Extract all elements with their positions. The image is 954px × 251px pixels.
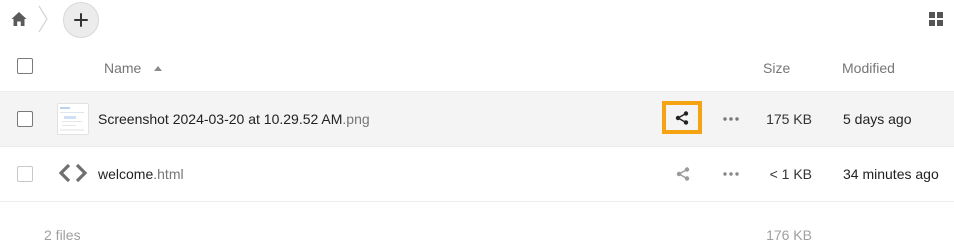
file-extension: .html bbox=[153, 166, 184, 182]
file-extension: .png bbox=[342, 111, 370, 127]
file-modified: 5 days ago bbox=[843, 111, 912, 127]
table-row[interactable]: Screenshot 2024-03-20 at 10.29.52 AM.png… bbox=[0, 92, 954, 147]
file-modified: 34 minutes ago bbox=[843, 166, 939, 182]
file-name[interactable]: welcome.html bbox=[98, 166, 184, 182]
column-header-modified[interactable]: Modified bbox=[842, 60, 895, 76]
file-summary: 2 files 176 KB bbox=[0, 216, 954, 251]
sort-ascending-icon bbox=[154, 66, 162, 71]
share-icon[interactable] bbox=[674, 110, 690, 126]
more-options-icon[interactable] bbox=[722, 171, 740, 177]
screenshot-preview-icon bbox=[60, 107, 84, 131]
file-basename: welcome bbox=[98, 166, 154, 182]
table-header: Name Size Modified bbox=[0, 44, 954, 92]
image-thumbnail[interactable] bbox=[57, 103, 89, 135]
share-icon[interactable] bbox=[675, 166, 691, 182]
home-icon[interactable] bbox=[10, 10, 28, 28]
chevron-right-icon bbox=[38, 5, 48, 33]
column-header-name[interactable]: Name bbox=[104, 60, 141, 76]
file-count: 2 files bbox=[44, 227, 81, 243]
plus-icon bbox=[74, 13, 88, 27]
column-header-size[interactable]: Size bbox=[763, 60, 790, 76]
file-size: < 1 KB bbox=[769, 166, 812, 182]
table-row[interactable]: welcome.html < 1 KB 34 minutes ago bbox=[0, 147, 954, 202]
top-bar bbox=[0, 0, 954, 40]
file-basename: Screenshot 2024-03-20 at 10.29.52 AM bbox=[98, 111, 343, 127]
file-size: 175 KB bbox=[766, 111, 812, 127]
file-name[interactable]: Screenshot 2024-03-20 at 10.29.52 AM.png bbox=[98, 111, 370, 127]
select-all-checkbox[interactable] bbox=[17, 58, 33, 74]
row-checkbox[interactable] bbox=[17, 166, 33, 182]
row-checkbox[interactable] bbox=[17, 111, 33, 127]
add-button[interactable] bbox=[63, 2, 99, 38]
grid-view-icon[interactable] bbox=[928, 11, 944, 27]
more-options-icon[interactable] bbox=[722, 116, 740, 122]
total-size: 176 KB bbox=[766, 227, 812, 243]
code-file-icon[interactable] bbox=[58, 162, 88, 184]
